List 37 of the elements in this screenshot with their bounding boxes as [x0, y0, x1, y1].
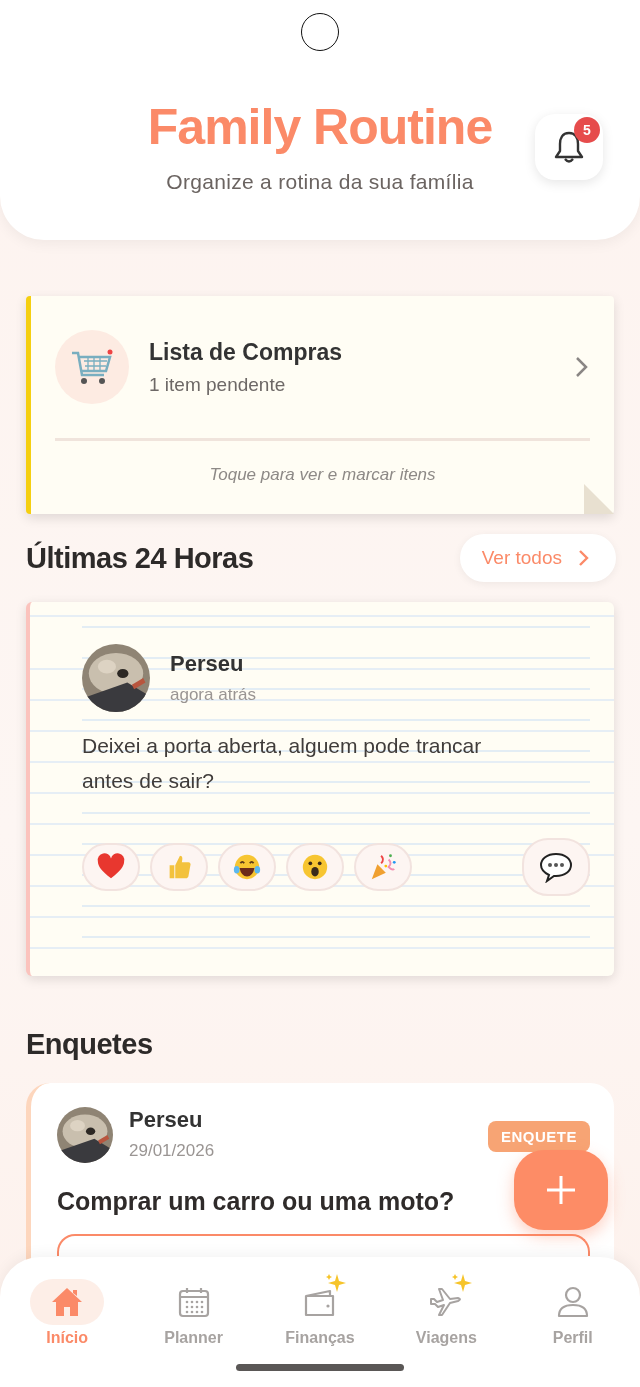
section-title: Enquetes	[26, 1028, 154, 1061]
chevron-right-icon	[578, 549, 590, 567]
card-title: Lista de Compras	[149, 338, 343, 366]
reaction-button[interactable]	[218, 843, 276, 891]
card-hint: Toque para ver e marcar itens	[208, 465, 437, 485]
shopping-list-card[interactable]: Lista de Compras 1 item pendente Toque para ver e marcar itens	[26, 296, 614, 514]
post-time: agora atrás	[170, 685, 256, 705]
notification-badge: 5	[574, 117, 600, 143]
cart-icon	[70, 347, 114, 387]
laughing-face-icon	[232, 852, 262, 882]
nav-tab[interactable]: Perfil	[512, 1269, 633, 1349]
camera-hole-icon	[301, 13, 339, 51]
poll-date: 29/01/2026	[129, 1141, 215, 1161]
post-text: Deixei a porta aberta, alguem pode trancar antes de sair?	[82, 733, 483, 794]
nav-tab[interactable]: Planner	[133, 1269, 254, 1349]
folded-corner-icon	[584, 484, 614, 514]
pending-count: 1 item pendente	[149, 373, 287, 396]
chevron-right-icon	[574, 355, 590, 379]
nav-tab[interactable]: Finanças	[259, 1269, 380, 1349]
poll-question: Comprar um carro ou uma moto?	[57, 1187, 455, 1216]
author-name: Perseu	[129, 1107, 204, 1133]
bell-icon	[553, 130, 585, 164]
reaction-button[interactable]	[286, 843, 344, 891]
plus-icon	[545, 1174, 577, 1206]
poll-tag: ENQUETE	[488, 1121, 590, 1152]
nav-tab[interactable]: Viagens	[386, 1269, 507, 1349]
section-title: Últimas 24 Horas	[26, 541, 254, 575]
app-title: Family Routine	[147, 98, 493, 156]
surprised-face-icon	[300, 852, 330, 882]
author-name: Perseu	[170, 651, 245, 677]
nav-tab[interactable]: Início	[7, 1269, 128, 1349]
notifications-button[interactable]: 5	[535, 114, 603, 180]
see-all-button[interactable]: Ver todos	[459, 534, 616, 582]
app-subtitle: Organize a rotina da sua família	[166, 170, 474, 194]
comment-button[interactable]	[522, 838, 590, 896]
add-button[interactable]	[514, 1150, 608, 1230]
speech-bubble-icon	[539, 851, 573, 883]
